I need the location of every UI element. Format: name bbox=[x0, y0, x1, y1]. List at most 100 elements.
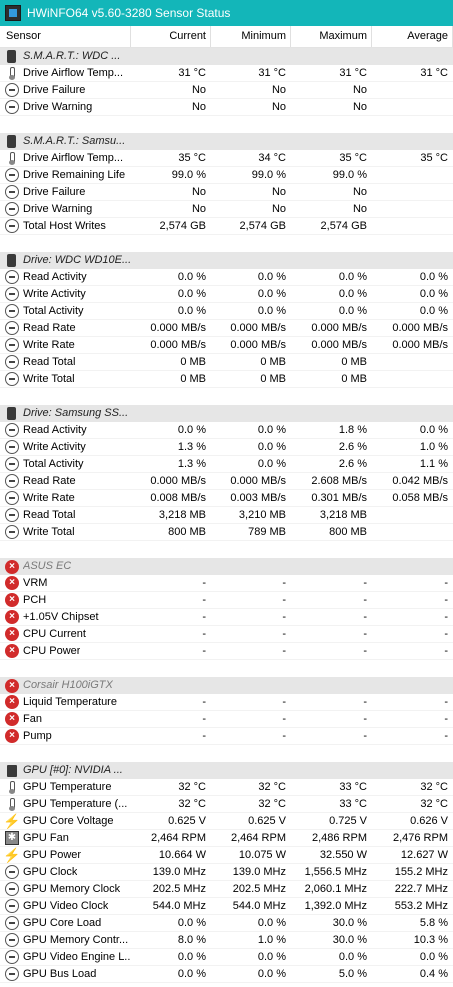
column-header-maximum[interactable]: Maximum bbox=[291, 26, 372, 47]
sensor-row[interactable]: Drive Airflow Temp... 31 °C 31 °C 31 °C 31 °… bbox=[0, 65, 453, 82]
sensor-row[interactable]: × Liquid Temperature - - - - bbox=[0, 694, 453, 711]
sensor-name-cell: Total Activity bbox=[0, 456, 131, 473]
sensor-row[interactable]: GPU Bus Load 0.0 % 0.0 % 5.0 % 0.4 % bbox=[0, 966, 453, 983]
minimum-value: 544.0 MHz bbox=[211, 898, 291, 915]
sensor-row[interactable]: ⚡ GPU Core Voltage 0.625 V 0.625 V 0.725 V 0.… bbox=[0, 813, 453, 830]
group-name-cell: S.M.A.R.T.: Samsu... bbox=[0, 133, 131, 150]
sensor-row[interactable]: Drive Warning No No No bbox=[0, 99, 453, 116]
sensor-row[interactable]: Drive Warning No No No bbox=[0, 201, 453, 218]
maximum-value: 2,060.1 MHz bbox=[291, 881, 372, 898]
sensor-name-cell: GPU Temperature bbox=[0, 779, 131, 796]
sensor-row[interactable]: GPU Temperature 32 °C 32 °C 33 °C 32 °C bbox=[0, 779, 453, 796]
sensor-row[interactable]: Drive Failure No No No bbox=[0, 184, 453, 201]
sensor-label: GPU Temperature (... bbox=[23, 797, 128, 810]
sensor-label: Drive Airflow Temp... bbox=[23, 66, 124, 79]
sensor-name-cell: Drive Airflow Temp... bbox=[0, 65, 131, 82]
current-value: 0.0 % bbox=[131, 966, 211, 983]
sensor-row[interactable]: GPU Temperature (... 32 °C 32 °C 33 °C 32 °C bbox=[0, 796, 453, 813]
sensor-name-cell: Write Rate bbox=[0, 490, 131, 507]
sensor-row[interactable]: GPU Core Load 0.0 % 0.0 % 30.0 % 5.8 % bbox=[0, 915, 453, 932]
average-value: 0.042 MB/s bbox=[372, 473, 453, 490]
x-circle-icon: × bbox=[5, 729, 19, 743]
sensor-list: S.M.A.R.T.: WDC ... Drive Airflow Temp...… bbox=[0, 48, 453, 983]
sensor-name-cell: × CPU Current bbox=[0, 626, 131, 643]
sensor-name-cell: Drive Failure bbox=[0, 184, 131, 201]
maximum-value: 33 °C bbox=[291, 779, 372, 796]
sensor-row[interactable]: GPU Video Engine L... 0.0 % 0.0 % 0.0 % 0.0 … bbox=[0, 949, 453, 966]
current-value: 10.664 W bbox=[131, 847, 211, 864]
sensor-row[interactable]: × VRM - - - - bbox=[0, 575, 453, 592]
sensor-row[interactable]: GPU Memory Contr... 8.0 % 1.0 % 30.0 % 10.3 … bbox=[0, 932, 453, 949]
current-value: 0.008 MB/s bbox=[131, 490, 211, 507]
thermometer-icon bbox=[5, 797, 19, 811]
column-header-sensor[interactable]: Sensor bbox=[0, 26, 131, 47]
sensor-group-row[interactable]: × ASUS EC bbox=[0, 558, 453, 575]
minimum-value: 1.0 % bbox=[211, 932, 291, 949]
sensor-group-row[interactable]: Drive: WDC WD10E... bbox=[0, 252, 453, 269]
sensor-row[interactable]: Write Activity 1.3 % 0.0 % 2.6 % 1.0 % bbox=[0, 439, 453, 456]
sensor-row[interactable]: Total Host Writes 2,574 GB 2,574 GB 2,574 G… bbox=[0, 218, 453, 235]
current-value: 32 °C bbox=[131, 779, 211, 796]
sensor-row[interactable]: ⚡ GPU Power 10.664 W 10.075 W 32.550 W 12.627… bbox=[0, 847, 453, 864]
sensor-row[interactable]: Total Activity 1.3 % 0.0 % 2.6 % 1.1 % bbox=[0, 456, 453, 473]
sensor-row[interactable]: Read Activity 0.0 % 0.0 % 1.8 % 0.0 % bbox=[0, 422, 453, 439]
sensor-row[interactable]: × CPU Current - - - - bbox=[0, 626, 453, 643]
sensor-group-row[interactable]: S.M.A.R.T.: Samsu... bbox=[0, 133, 453, 150]
sensor-row[interactable]: Write Total 800 MB 789 MB 800 MB bbox=[0, 524, 453, 541]
sensor-row[interactable]: × Fan - - - - bbox=[0, 711, 453, 728]
current-value: 544.0 MHz bbox=[131, 898, 211, 915]
sensor-row[interactable]: Write Rate 0.000 MB/s 0.000 MB/s 0.000 MB/s… bbox=[0, 337, 453, 354]
maximum-value bbox=[291, 762, 372, 779]
minimum-value bbox=[211, 405, 291, 422]
minimum-value: 0.0 % bbox=[211, 422, 291, 439]
sensor-row[interactable]: Write Rate 0.008 MB/s 0.003 MB/s 0.301 MB/s… bbox=[0, 490, 453, 507]
minus-circle-icon bbox=[5, 882, 19, 896]
app-icon bbox=[5, 5, 21, 21]
minus-circle-icon bbox=[5, 440, 19, 454]
sensor-row[interactable]: ✱ GPU Fan 2,464 RPM 2,464 RPM 2,486 RPM 2,476… bbox=[0, 830, 453, 847]
sensor-group-row[interactable]: Drive: Samsung SS... bbox=[0, 405, 453, 422]
sensor-row[interactable]: GPU Memory Clock 202.5 MHz 202.5 MHz 2,060.… bbox=[0, 881, 453, 898]
sensor-row[interactable]: × PCH - - - - bbox=[0, 592, 453, 609]
maximum-value: - bbox=[291, 626, 372, 643]
minimum-value: 0.0 % bbox=[211, 286, 291, 303]
sensor-row[interactable]: Write Total 0 MB 0 MB 0 MB bbox=[0, 371, 453, 388]
average-value: 32 °C bbox=[372, 796, 453, 813]
minus-circle-icon bbox=[5, 491, 19, 505]
sensor-row[interactable]: Total Activity 0.0 % 0.0 % 0.0 % 0.0 % bbox=[0, 303, 453, 320]
sensor-group-row[interactable]: × Corsair H100iGTX bbox=[0, 677, 453, 694]
sensor-row[interactable]: GPU Video Clock 544.0 MHz 544.0 MHz 1,392.0… bbox=[0, 898, 453, 915]
sensor-row[interactable]: Drive Airflow Temp... 35 °C 34 °C 35 °C 35 °… bbox=[0, 150, 453, 167]
sensor-row[interactable]: Write Activity 0.0 % 0.0 % 0.0 % 0.0 % bbox=[0, 286, 453, 303]
sensor-row[interactable]: Read Total 0 MB 0 MB 0 MB bbox=[0, 354, 453, 371]
minimum-value: 0.0 % bbox=[211, 303, 291, 320]
column-header-minimum[interactable]: Minimum bbox=[211, 26, 291, 47]
minus-circle-icon bbox=[5, 304, 19, 318]
average-value bbox=[372, 371, 453, 388]
fan-icon: ✱ bbox=[5, 831, 19, 845]
current-value: No bbox=[131, 99, 211, 116]
sensor-row[interactable]: GPU Clock 139.0 MHz 139.0 MHz 1,556.5 MHz 15… bbox=[0, 864, 453, 881]
bolt-icon: ⚡ bbox=[3, 813, 21, 829]
sensor-row[interactable]: × +1.05V Chipset - - - - bbox=[0, 609, 453, 626]
sensor-label: Write Activity bbox=[23, 440, 86, 453]
column-header-current[interactable]: Current bbox=[131, 26, 211, 47]
minus-circle-icon bbox=[5, 372, 19, 386]
sensor-row[interactable]: × CPU Power - - - - bbox=[0, 643, 453, 660]
average-value: 32 °C bbox=[372, 779, 453, 796]
sensor-name-cell: Drive Remaining Life bbox=[0, 167, 131, 184]
column-header-average[interactable]: Average bbox=[372, 26, 453, 47]
sensor-group-row[interactable]: GPU [#0]: NVIDIA ... bbox=[0, 762, 453, 779]
sensor-row[interactable]: Drive Remaining Life 99.0 % 99.0 % 99.0 % bbox=[0, 167, 453, 184]
sensor-row[interactable]: Drive Failure No No No bbox=[0, 82, 453, 99]
sensor-row[interactable]: Read Rate 0.000 MB/s 0.000 MB/s 2.608 MB/s 0… bbox=[0, 473, 453, 490]
maximum-value: - bbox=[291, 711, 372, 728]
maximum-value: No bbox=[291, 184, 372, 201]
sensor-row[interactable]: Read Total 3,218 MB 3,210 MB 3,218 MB bbox=[0, 507, 453, 524]
sensor-row[interactable]: × Pump - - - - bbox=[0, 728, 453, 745]
sensor-row[interactable]: Read Rate 0.000 MB/s 0.000 MB/s 0.000 MB/s 0… bbox=[0, 320, 453, 337]
average-value: - bbox=[372, 711, 453, 728]
sensor-group-row[interactable]: S.M.A.R.T.: WDC ... bbox=[0, 48, 453, 65]
sensor-row[interactable]: Read Activity 0.0 % 0.0 % 0.0 % 0.0 % bbox=[0, 269, 453, 286]
average-value bbox=[372, 354, 453, 371]
